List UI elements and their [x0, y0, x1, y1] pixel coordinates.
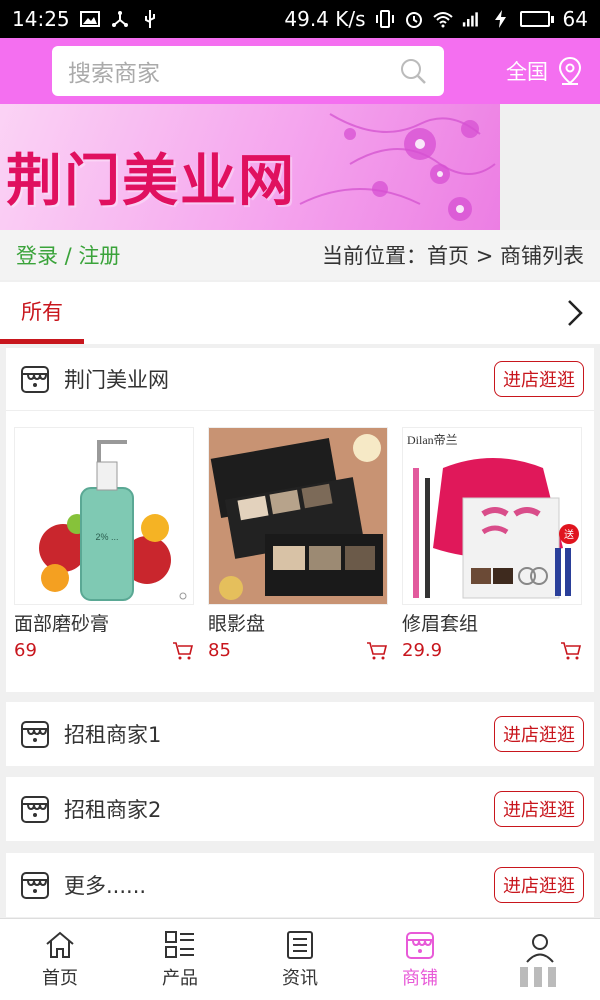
store-icon: [21, 366, 49, 393]
product-price: 85: [208, 640, 231, 661]
product-name[interactable]: 修眉套组: [402, 609, 582, 636]
product-list-icon: [165, 930, 194, 958]
region-label: 全国: [506, 60, 548, 84]
home-icon: [46, 931, 74, 958]
tab-all[interactable]: 所有: [0, 282, 84, 344]
shop-card: 招租商家2 进店逛逛: [6, 777, 594, 841]
charging-icon: [494, 10, 506, 28]
nav-item-user[interactable]: [480, 919, 600, 1000]
location-pin-icon: [558, 56, 582, 85]
shop-name[interactable]: 招租商家1: [64, 719, 161, 749]
shop-card: 荆门美业网 进店逛逛 2% ... 面部磨砂膏 69 眼影盘 85 Dilan帝…: [6, 348, 594, 692]
wifi-icon: [432, 12, 453, 28]
shop-card: 更多...... 进店逛逛: [6, 853, 594, 917]
search-icon[interactable]: [398, 56, 428, 86]
cart-icon[interactable]: [172, 641, 194, 661]
product-image[interactable]: 2% ...: [14, 427, 194, 605]
nav-item-news[interactable]: 资讯: [240, 919, 360, 1000]
nav-item-stores[interactable]: 商铺: [360, 919, 480, 1000]
store-icon: [21, 872, 49, 899]
store-icon: [21, 796, 49, 823]
login-register-link[interactable]: 登录 / 注册: [16, 240, 120, 270]
product-price: 69: [14, 640, 37, 661]
product-card[interactable]: Dilan帝兰 送 修眉套组 29.9: [402, 427, 582, 661]
breadcrumb: 当前位置：首页 > 商铺列表: [322, 244, 584, 268]
image-icon: [79, 11, 100, 27]
search-placeholder: 搜索商家: [68, 61, 160, 87]
enter-shop-button[interactable]: 进店逛逛: [494, 361, 584, 397]
product-card[interactable]: 眼影盘 85: [208, 427, 388, 661]
battery-level: 64: [562, 7, 588, 31]
product-price: 29.9: [402, 640, 443, 661]
cart-icon[interactable]: [560, 641, 582, 661]
product-brand-label: Dilan帝兰: [407, 432, 458, 447]
cart-icon[interactable]: [366, 641, 388, 661]
banner-filler: [500, 104, 600, 230]
nav-item-products[interactable]: 产品: [120, 919, 240, 1000]
status-bar: 14:25 49.4 K/s 64: [0, 0, 600, 38]
store-icon: [21, 721, 49, 748]
gift-badge: 送: [564, 528, 574, 541]
product-image[interactable]: Dilan帝兰 送: [402, 427, 582, 605]
app-header: 搜索商家 全国: [0, 38, 600, 104]
network-speed: 49.4 K/s: [284, 7, 366, 31]
news-icon: [287, 930, 313, 959]
nav-label: [520, 966, 560, 987]
enter-shop-button[interactable]: 进店逛逛: [494, 716, 584, 752]
chevron-right-icon[interactable]: [564, 298, 586, 328]
nav-item-home[interactable]: 首页: [0, 919, 120, 1000]
alarm-icon: [405, 12, 422, 28]
shop-name[interactable]: 更多......: [64, 870, 146, 900]
bottom-nav: 首页 产品 资讯 商铺: [0, 918, 600, 1000]
banner-image[interactable]: 荆门美业网: [0, 104, 500, 230]
share-icon: [111, 11, 128, 27]
banner-brand-text: 荆门美业网: [6, 148, 296, 214]
location-row: 登录 / 注册 当前位置：首页 > 商铺列表: [0, 230, 600, 280]
store-icon: [406, 931, 434, 959]
nav-label: 商铺: [402, 967, 438, 989]
enter-shop-button[interactable]: 进店逛逛: [494, 791, 584, 827]
shop-card: 招租商家1 进店逛逛: [6, 702, 594, 766]
nav-label: 资讯: [282, 967, 318, 989]
product-name[interactable]: 眼影盘: [208, 609, 388, 636]
status-time: 14:25: [12, 7, 70, 31]
enter-shop-button[interactable]: 进店逛逛: [494, 867, 584, 903]
product-card[interactable]: 2% ... 面部磨砂膏 69: [14, 427, 194, 661]
category-tabs: 所有: [0, 282, 600, 344]
search-input[interactable]: 搜索商家: [52, 46, 444, 96]
shop-name[interactable]: 荆门美业网: [64, 364, 169, 394]
shop-name[interactable]: 招租商家2: [64, 794, 161, 824]
product-list: 2% ... 面部磨砂膏 69 眼影盘 85 Dilan帝兰 送 修眉套组 29…: [6, 410, 594, 661]
usb-icon: [144, 10, 155, 28]
product-image[interactable]: [208, 427, 388, 605]
signal-icon: [462, 12, 478, 27]
nav-label: 产品: [162, 967, 198, 989]
region-selector[interactable]: 全国: [506, 52, 584, 90]
svg-text:2% ...: 2% ...: [95, 532, 118, 542]
battery-icon: [519, 11, 554, 27]
product-name[interactable]: 面部磨砂膏: [14, 609, 194, 636]
nav-label: 首页: [42, 967, 78, 989]
user-icon: [526, 933, 554, 963]
vibrate-icon: [375, 10, 394, 28]
